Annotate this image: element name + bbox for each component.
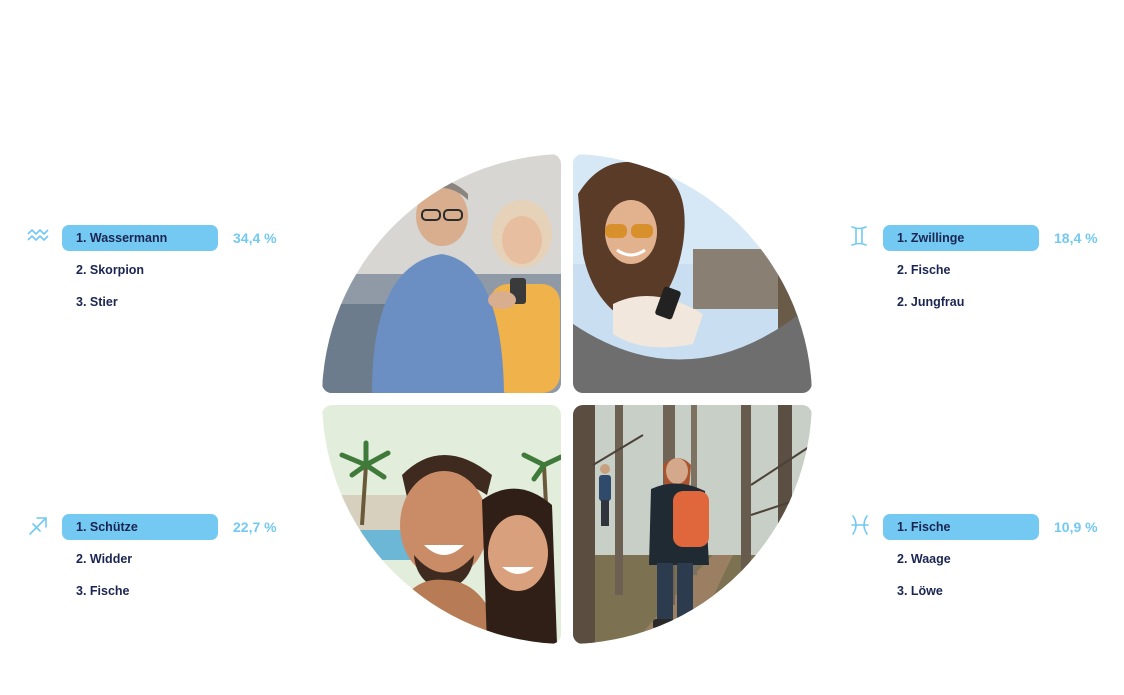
rank-row-second: 2. Fische bbox=[883, 254, 1124, 286]
rank-label-second: 2. Fische bbox=[897, 263, 951, 277]
rank-label-third: 3. Stier bbox=[76, 295, 118, 309]
rank-row-second: 2. Waage bbox=[883, 543, 1124, 575]
hikers-in-forest-photo bbox=[573, 405, 812, 644]
rank-row-first: 1. Fische 10,9 % bbox=[883, 511, 1124, 543]
rank-label-second: 2. Waage bbox=[897, 552, 951, 566]
rank-percent: 22,7 % bbox=[233, 519, 277, 535]
ranking-sagittarius: 1. Schütze 22,7 % 2. Widder 3. Fische bbox=[29, 511, 322, 607]
rank-label-third: 3. Fische bbox=[76, 584, 130, 598]
rank-percent: 18,4 % bbox=[1054, 230, 1098, 246]
couple-selfie-photo bbox=[322, 405, 561, 644]
photo-collage bbox=[322, 154, 812, 644]
ranking-aquarius: 1. Wassermann 34,4 % 2. Skorpion 3. Stie… bbox=[27, 222, 322, 318]
rank-label-first: 1. Zwillinge bbox=[883, 225, 1039, 251]
rank-row-third: 3. Löwe bbox=[883, 575, 1124, 607]
rank-row-second: 2. Skorpion bbox=[62, 254, 322, 286]
rank-label-first: 1. Fische bbox=[883, 514, 1039, 540]
ranking-pisces: 1. Fische 10,9 % 2. Waage 3. Löwe bbox=[851, 511, 1124, 607]
rank-percent: 10,9 % bbox=[1054, 519, 1098, 535]
rank-label-third: 2. Jungfrau bbox=[897, 295, 965, 309]
woman-in-hammock-photo bbox=[573, 154, 812, 393]
rank-row-third: 2. Jungfrau bbox=[883, 286, 1124, 318]
rank-label-first: 1. Wassermann bbox=[62, 225, 218, 251]
rank-row-second: 2. Widder bbox=[62, 543, 322, 575]
rank-label-first: 1. Schütze bbox=[62, 514, 218, 540]
rank-row-first: 1. Zwillinge 18,4 % bbox=[883, 222, 1124, 254]
rank-row-first: 1. Schütze 22,7 % bbox=[62, 511, 322, 543]
pisces-icon bbox=[847, 513, 873, 537]
rank-row-third: 3. Fische bbox=[62, 575, 322, 607]
rank-label-third: 3. Löwe bbox=[897, 584, 943, 598]
aquarius-icon bbox=[26, 224, 52, 248]
gemini-icon bbox=[847, 224, 873, 248]
rank-label-second: 2. Widder bbox=[76, 552, 133, 566]
rank-percent: 34,4 % bbox=[233, 230, 277, 246]
rank-row-first: 1. Wassermann 34,4 % bbox=[62, 222, 322, 254]
ranking-gemini: 1. Zwillinge 18,4 % 2. Fische 2. Jungfra… bbox=[851, 222, 1124, 318]
rank-label-second: 2. Skorpion bbox=[76, 263, 145, 277]
couple-with-smartphone-photo bbox=[322, 154, 561, 393]
sagittarius-icon bbox=[26, 513, 52, 537]
rank-row-third: 3. Stier bbox=[62, 286, 322, 318]
